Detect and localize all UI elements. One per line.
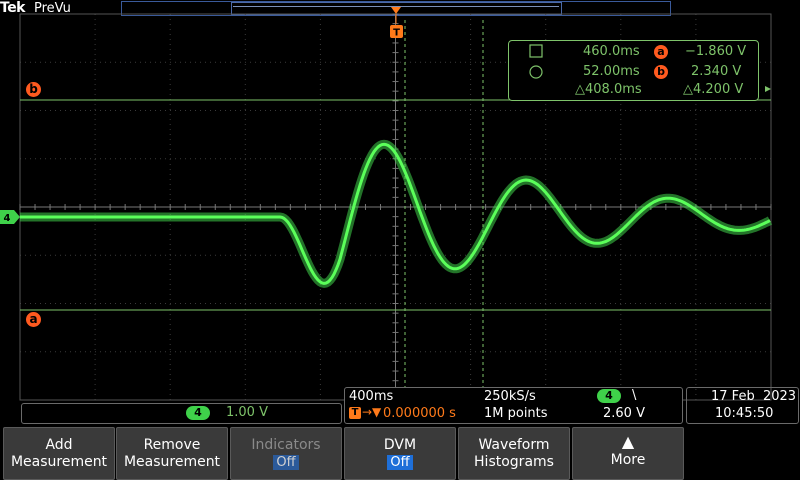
trigger-position-arrow-icon: →▼ [362,405,382,419]
trigger-level: 2.60 V [603,406,645,421]
cursor-b-badge: b [654,65,668,79]
circle-cursor-icon [529,65,543,79]
square-cursor-icon [529,44,543,58]
cursor-b-voltage: 2.340 V [691,64,742,79]
channel-4-scale: 1.00 V [226,405,268,420]
cursor-a-label[interactable]: a [26,312,41,327]
indicators-off-tag: Off [273,455,299,470]
more-button[interactable]: ▲ More [572,427,684,480]
cursor-a-badge: a [654,45,668,59]
delta-time: △408.0ms [575,82,642,97]
sample-rate: 250kS/s [484,389,536,404]
cursor-1-time: 460.0ms [583,44,640,59]
channel-4-badge-area[interactable] [21,403,342,424]
trigger-marker-label: T [393,28,400,39]
trigger-position: 0.000000 s [383,406,456,421]
date: 17 Feb 2023 [711,389,797,404]
channel-4-badge[interactable]: 4 [186,406,210,420]
dvm-off-tag: Off [387,455,413,470]
remove-measurement-button[interactable]: Remove Measurement [116,427,228,480]
channel-4-marker-label: 4 [4,213,11,224]
delta-voltage: △4.200 V [683,82,744,97]
record-length: 1M points [484,406,548,421]
horizontal-scale: 400ms [349,389,394,404]
cursor-b-label[interactable]: b [26,82,41,97]
cursor-readout[interactable]: 460.0ms a −1.860 V 52.00ms b 2.340 V △40… [508,40,759,101]
cursor-2-time: 52.00ms [583,64,640,79]
trigger-arrow-icon [391,7,401,14]
dvm-button[interactable]: DVM Off [344,427,456,480]
add-measurement-button[interactable]: Add Measurement [3,427,115,480]
time: 10:45:50 [715,406,774,421]
indicators-button[interactable]: Indicators Off [230,427,342,480]
trigger-level-icon [765,86,771,92]
waveform-histograms-button[interactable]: Waveform Histograms [458,427,570,480]
trigger-source-badge[interactable]: 4 [597,389,621,403]
trigger-position-icon: T [349,407,361,419]
cursor-a-voltage: −1.860 V [685,44,747,59]
chevron-up-icon: ▲ [621,432,635,451]
trigger-slope-icon: \ [632,388,637,403]
